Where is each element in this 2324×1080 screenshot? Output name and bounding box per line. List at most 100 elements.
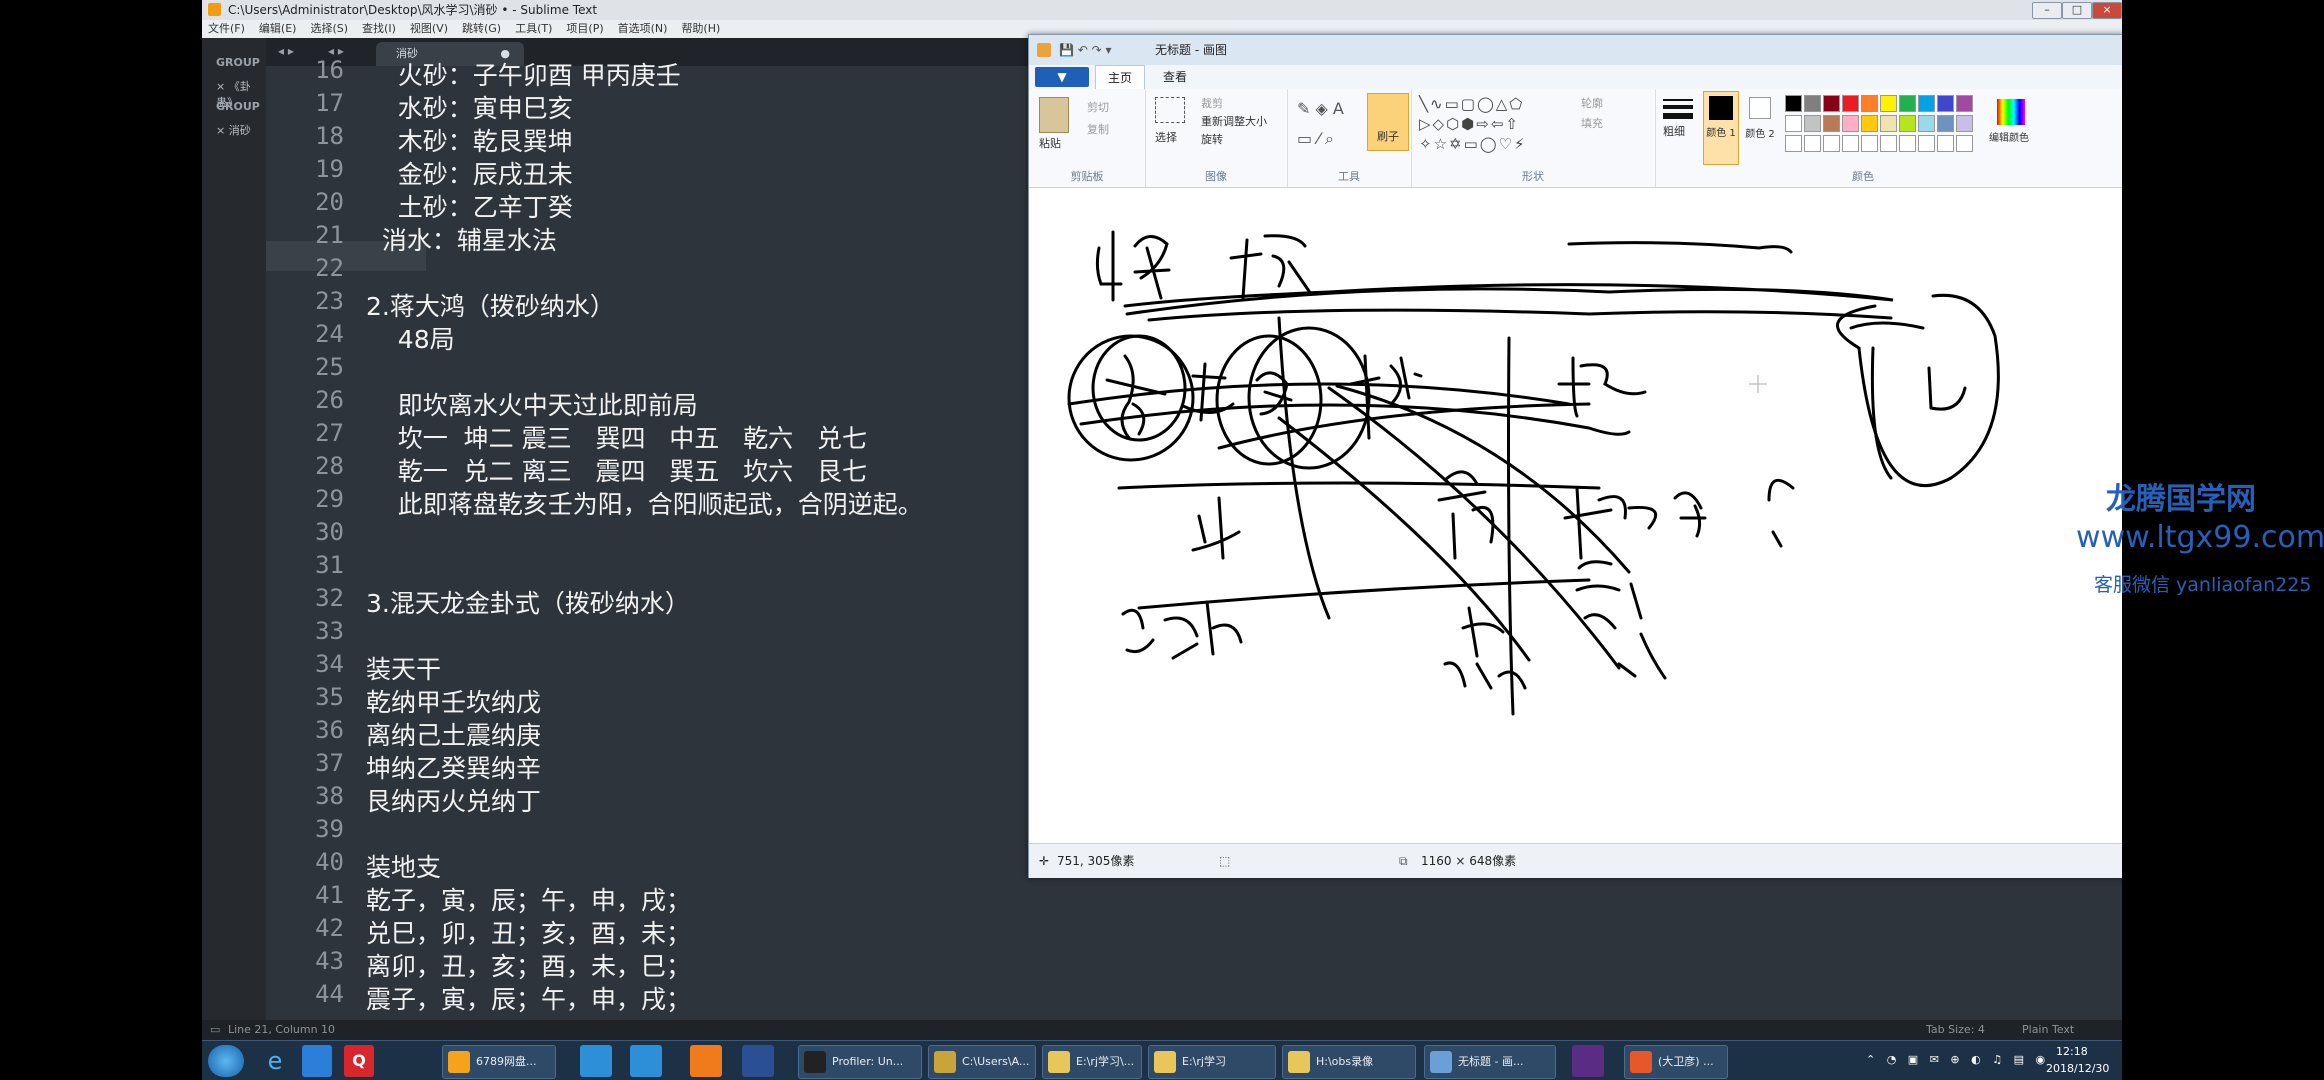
shapes-gallery-icons[interactable]: ▷◇⬡⬢⇨⇦⇧ bbox=[1419, 115, 1520, 133]
custom-color-slot[interactable] bbox=[1823, 135, 1840, 152]
custom-color-slot[interactable] bbox=[1918, 135, 1935, 152]
close-button[interactable]: × bbox=[2092, 2, 2122, 19]
resize-button[interactable]: 重新调整大小 bbox=[1201, 113, 1267, 129]
palette-swatch[interactable] bbox=[1918, 95, 1935, 112]
palette-swatch[interactable] bbox=[1880, 115, 1897, 132]
code-line[interactable]: 48局 bbox=[366, 320, 455, 356]
palette-swatch[interactable] bbox=[1842, 95, 1859, 112]
code-line[interactable]: 坤纳乙癸巽纳辛 bbox=[366, 749, 541, 785]
code-line[interactable]: 装地支 bbox=[366, 848, 441, 884]
palette-swatch[interactable] bbox=[1785, 115, 1802, 132]
palette-swatch[interactable] bbox=[1861, 115, 1878, 132]
code-line[interactable]: 金砂：辰戌丑未 bbox=[366, 155, 573, 191]
color1-button[interactable]: 颜色 1 bbox=[1703, 91, 1739, 165]
custom-color-slot[interactable] bbox=[1842, 135, 1859, 152]
size-button[interactable]: 粗细 bbox=[1663, 95, 1693, 139]
code-line[interactable]: 消水：辅星水法 bbox=[366, 221, 557, 257]
outline-button[interactable]: 轮廓 bbox=[1581, 95, 1603, 111]
custom-color-slot[interactable] bbox=[1899, 135, 1916, 152]
q-app-icon[interactable]: Q bbox=[344, 1045, 374, 1077]
fill-button[interactable]: 填充 bbox=[1581, 115, 1603, 131]
menu-item[interactable]: 帮助(H) bbox=[681, 20, 720, 38]
paint-file-menu-button[interactable]: ▼ bbox=[1035, 67, 1089, 87]
rotate-button[interactable]: 旋转 bbox=[1201, 131, 1223, 147]
palette-swatch[interactable] bbox=[1842, 115, 1859, 132]
palette-swatch[interactable] bbox=[1785, 95, 1802, 112]
palette-swatch[interactable] bbox=[1937, 115, 1954, 132]
code-line[interactable]: 艮纳丙火兑纳丁 bbox=[366, 782, 541, 818]
custom-color-slot[interactable] bbox=[1861, 135, 1878, 152]
custom-color-slot[interactable] bbox=[1804, 135, 1821, 152]
pencil-fill-text-icons[interactable]: ✎ ◈ A bbox=[1297, 99, 1344, 118]
custom-color-slot[interactable] bbox=[1956, 135, 1973, 152]
edit-colors-icon[interactable] bbox=[1997, 99, 2025, 125]
code-line[interactable]: 火砂：子午卯酉 甲丙庚壬 bbox=[366, 56, 681, 92]
code-line[interactable]: 装天干 bbox=[366, 650, 441, 686]
menu-item[interactable]: 查找(I) bbox=[362, 20, 396, 38]
palette-swatch[interactable] bbox=[1899, 115, 1916, 132]
code-line[interactable]: 木砂：乾艮巽坤 bbox=[366, 122, 573, 158]
taskbar-window-button[interactable]: 6789网盘... bbox=[442, 1045, 556, 1079]
menu-item[interactable]: 编辑(E) bbox=[259, 20, 297, 38]
menu-item[interactable]: 跳转(G) bbox=[462, 20, 501, 38]
taskbar-pinned-icon[interactable] bbox=[580, 1045, 612, 1077]
code-line[interactable]: 乾纳甲壬坎纳戊 bbox=[366, 683, 541, 719]
menu-item[interactable]: 工具(T) bbox=[515, 20, 552, 38]
taskbar-pinned-icon[interactable] bbox=[742, 1045, 774, 1077]
brush-button[interactable]: 刷子 bbox=[1367, 93, 1409, 151]
eraser-picker-zoom-icons[interactable]: ▭ ⁄ ⌕ bbox=[1297, 129, 1334, 149]
code-line[interactable]: 此即蒋盘乾亥壬为阳，合阳顺起武，合阴逆起。 bbox=[366, 485, 923, 521]
status-panel-icon[interactable]: ▭ bbox=[210, 1020, 220, 1040]
taskbar-window-button[interactable]: 无标题 - 画... bbox=[1424, 1045, 1556, 1079]
color2-button[interactable]: 颜色 2 bbox=[1743, 91, 1777, 163]
palette-swatch[interactable] bbox=[1937, 95, 1954, 112]
paste-icon[interactable] bbox=[1039, 97, 1069, 133]
taskbar-pinned-icon[interactable] bbox=[690, 1045, 722, 1077]
maximize-button[interactable]: □ bbox=[2062, 2, 2092, 19]
taskbar-window-button[interactable]: E:\rj学习 bbox=[1148, 1045, 1276, 1079]
code-line[interactable]: 乾一 兑二 离三 震四 巽五 坎六 艮七 bbox=[366, 452, 867, 488]
menu-item[interactable]: 选择(S) bbox=[310, 20, 348, 38]
code-line[interactable]: 离纳己土震纳庚 bbox=[366, 716, 541, 752]
code-line[interactable]: 离卯，丑，亥；酉，未，巳； bbox=[366, 947, 691, 983]
ie-icon[interactable]: e bbox=[260, 1045, 290, 1077]
taskbar-pinned-icon[interactable] bbox=[630, 1045, 662, 1077]
custom-color-slot[interactable] bbox=[1785, 135, 1802, 152]
palette-swatch[interactable] bbox=[1823, 115, 1840, 132]
shapes-gallery-icons[interactable]: ✧☆✡▭◯♡⚡ bbox=[1419, 135, 1527, 153]
minimize-button[interactable]: – bbox=[2032, 2, 2062, 19]
palette-swatch[interactable] bbox=[1956, 115, 1973, 132]
sidebar-file-item[interactable]: × 消砂 bbox=[216, 122, 251, 138]
palette-swatch[interactable] bbox=[1899, 95, 1916, 112]
tray-icons[interactable]: ⌃ ◔ ▣ ✉ ⊕ ◐ ♫ ▤ ◉ bbox=[1866, 1053, 2049, 1066]
code-line[interactable]: 土砂：乙辛丁癸 bbox=[366, 188, 573, 224]
status-syntax[interactable]: Plain Text bbox=[2022, 1020, 2074, 1040]
palette-swatch[interactable] bbox=[1918, 115, 1935, 132]
clock-date[interactable]: 2018/12/30 bbox=[2046, 1062, 2109, 1075]
crop-button[interactable]: 裁剪 bbox=[1201, 95, 1223, 111]
palette-swatch[interactable] bbox=[1804, 115, 1821, 132]
palette-swatch[interactable] bbox=[1861, 95, 1878, 112]
select-icon[interactable] bbox=[1155, 97, 1185, 123]
shapes-gallery-icons[interactable]: ╲∿▭▢◯△⬠ bbox=[1419, 95, 1524, 113]
tab-home[interactable]: 主页 bbox=[1095, 65, 1146, 90]
palette-swatch[interactable] bbox=[1956, 95, 1973, 112]
color-palette[interactable] bbox=[1785, 95, 1985, 161]
cut-button[interactable]: 剪切 bbox=[1087, 99, 1109, 115]
taskbar-window-button[interactable]: Profiler: Un... bbox=[798, 1045, 922, 1079]
code-line[interactable]: 坎一 坤二 震三 巽四 中五 乾六 兑七 bbox=[366, 419, 867, 455]
quick-access-icons[interactable]: 💾 ↶ ↷ ▾ bbox=[1059, 35, 1112, 65]
menu-item[interactable]: 项目(P) bbox=[566, 20, 603, 38]
menu-item[interactable]: 首选项(N) bbox=[618, 20, 668, 38]
status-tab-size[interactable]: Tab Size: 4 bbox=[1926, 1020, 1985, 1040]
palette-swatch[interactable] bbox=[1804, 95, 1821, 112]
taskbar-pinned-icon[interactable] bbox=[1572, 1045, 1604, 1077]
code-line[interactable]: 兑巳，卯，丑；亥，酉，未； bbox=[366, 914, 691, 950]
taskbar-window-button[interactable]: C:\Users\A... bbox=[928, 1045, 1036, 1079]
start-button[interactable] bbox=[208, 1045, 244, 1077]
taskbar-window-button[interactable]: E:\rj学习\... bbox=[1042, 1045, 1142, 1079]
palette-swatch[interactable] bbox=[1880, 95, 1897, 112]
menu-item[interactable]: 视图(V) bbox=[410, 20, 448, 38]
custom-color-slot[interactable] bbox=[1880, 135, 1897, 152]
copy-button[interactable]: 复制 bbox=[1087, 121, 1109, 137]
